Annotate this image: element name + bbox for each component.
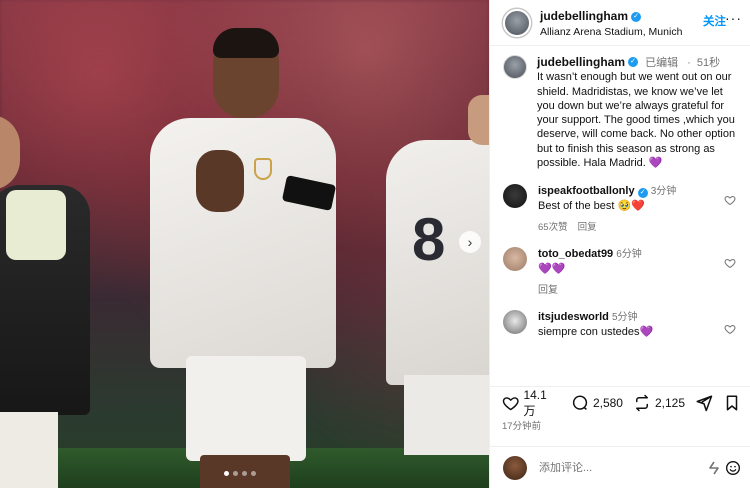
comment-username[interactable]: toto_obedat99 — [538, 248, 613, 260]
club-crest — [254, 158, 272, 180]
comment-count[interactable]: 2,580 — [593, 396, 623, 410]
post-time-ago[interactable]: 17分钟前 — [502, 418, 741, 432]
comment-time: 6分钟 — [616, 249, 642, 261]
repost-action[interactable]: 2,125 — [633, 394, 685, 412]
comment-action[interactable]: 2,580 — [571, 394, 623, 412]
comment-username[interactable]: ispeakfootballonly — [538, 185, 635, 197]
author-avatar[interactable] — [503, 8, 531, 37]
bookmark-icon[interactable] — [723, 394, 741, 412]
caption-separator: · — [687, 57, 691, 69]
post-location[interactable]: Allianz Arena Stadium, Munich — [540, 26, 682, 39]
comment-text: siempre con ustedes💜 — [538, 326, 654, 339]
comment-text: 💜💜 — [538, 263, 566, 276]
send-icon[interactable] — [695, 394, 713, 412]
gif-sticker-icon[interactable] — [709, 461, 719, 475]
main-player-shirt — [150, 118, 336, 368]
more-options-icon[interactable]: ··· — [725, 10, 742, 26]
comment-reply-button[interactable]: 回复 — [578, 220, 597, 235]
carousel-dot — [251, 471, 256, 476]
main-player-hair — [213, 28, 279, 58]
comment-time: 5分钟 — [611, 312, 638, 324]
left-player-collar — [6, 190, 66, 260]
comment-time: 3分钟 — [650, 186, 677, 198]
left-player-shorts — [0, 412, 58, 488]
post-caption: jude​bellingham ✓ 已编辑 · 51秒 It wasn’t en… — [490, 46, 750, 170]
share-action[interactable] — [695, 394, 713, 412]
emoji-icon[interactable] — [725, 460, 741, 476]
right-player-shorts — [404, 375, 489, 455]
verified-badge-icon: ✓ — [637, 187, 648, 198]
main-player-shorts — [186, 356, 306, 461]
right-player-head — [468, 95, 489, 145]
edited-label: 已编辑 — [645, 57, 679, 69]
comment-like-count[interactable]: 65次赞 — [538, 220, 568, 235]
carousel-dot-active — [224, 471, 229, 476]
carousel-dot — [242, 471, 247, 476]
like-action[interactable]: 14.1 万 — [502, 388, 561, 419]
repost-icon[interactable] — [633, 394, 651, 412]
comment-username[interactable]: itsjudesworld — [538, 311, 609, 323]
comment-avatar[interactable] — [503, 310, 527, 335]
post-actions: 14.1 万 2,580 2,125 17分钟前 — [490, 386, 750, 432]
caption-author-username[interactable]: jude​bellingham — [537, 55, 625, 69]
verified-badge-icon: ✓ — [628, 57, 639, 68]
post-side-panel: jude​bellingham ✓ Allianz Arena Stadium,… — [489, 0, 750, 488]
comment-reply-button[interactable]: 回复 — [538, 283, 642, 298]
carousel-dots — [224, 471, 256, 476]
post-header: jude​bellingham ✓ Allianz Arena Stadium,… — [490, 0, 750, 46]
comment-text: Best of the best 🥹❤️ — [538, 200, 645, 213]
comment-item: ispeakfootballonly ✓ 3分钟 Best of the bes… — [490, 184, 750, 235]
heart-icon[interactable] — [724, 257, 736, 269]
carousel-dot — [233, 471, 238, 476]
verified-badge-icon: ✓ — [631, 11, 642, 22]
comment-avatar[interactable] — [503, 247, 527, 272]
post-viewer: 8 › jude​bellingham ✓ Allianz Aren — [0, 0, 750, 488]
repost-count[interactable]: 2,125 — [655, 396, 685, 410]
save-action[interactable] — [723, 394, 741, 412]
post-photo[interactable]: 8 › — [0, 0, 489, 488]
heart-icon[interactable] — [724, 194, 736, 206]
current-user-avatar — [503, 455, 527, 480]
caption-text: It wasn’t enough but we went out on our … — [537, 71, 736, 170]
caption-author-avatar[interactable] — [503, 55, 527, 79]
heart-icon[interactable] — [502, 394, 519, 412]
add-comment-bar — [490, 446, 750, 488]
like-count[interactable]: 14.1 万 — [523, 388, 561, 419]
main-player-clapping-hands — [196, 150, 244, 212]
chevron-right-icon[interactable]: › — [459, 231, 481, 253]
comment-item: toto_obedat99 6分钟 💜💜 回复 — [490, 247, 750, 298]
right-player-number: 8 — [412, 206, 446, 273]
comment-bubble-icon[interactable] — [571, 394, 589, 412]
heart-icon[interactable] — [724, 323, 736, 335]
follow-button[interactable]: 关注 — [703, 13, 726, 29]
comment-item: itsjudesworld 5分钟 siempre con ustedes💜 — [490, 310, 750, 340]
author-username[interactable]: jude​bellingham — [540, 9, 628, 23]
add-comment-input[interactable] — [539, 461, 709, 474]
caption-time: 51秒 — [696, 57, 721, 69]
comment-avatar[interactable] — [503, 184, 527, 209]
